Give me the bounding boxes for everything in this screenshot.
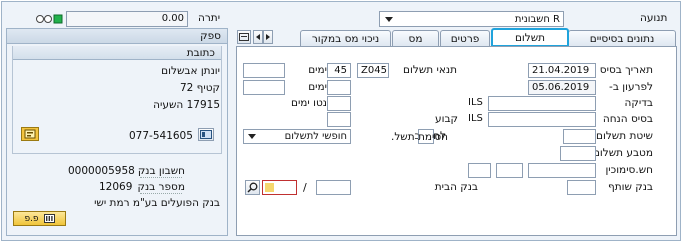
check-label: בדיקה bbox=[624, 97, 653, 109]
house-bank-label: בנק הבית bbox=[434, 181, 478, 193]
net-days-label: נטו ימים bbox=[290, 97, 327, 109]
invoice-ref-item-field[interactable] bbox=[468, 163, 491, 178]
address-header: כתובת bbox=[13, 46, 221, 60]
pay-terms-label: תנאי תשלום bbox=[403, 64, 457, 76]
doc-type-select[interactable]: R חשבונית bbox=[379, 11, 564, 27]
partner-bank-label: בנק שותף bbox=[608, 181, 653, 193]
days-field-2[interactable] bbox=[327, 80, 351, 95]
chevron-left-icon bbox=[256, 34, 260, 40]
pay-method-label: שיטת תשלום bbox=[596, 130, 653, 142]
transaction-label: תנועה bbox=[640, 12, 668, 24]
pay-currency-field[interactable] bbox=[560, 146, 596, 161]
vendor-details-button[interactable]: פ.פ bbox=[13, 211, 66, 226]
due-on-field: 05.06.2019 bbox=[528, 80, 596, 95]
edit-address-button[interactable] bbox=[21, 127, 39, 141]
search-icon bbox=[247, 182, 258, 193]
pay-method-field[interactable] bbox=[563, 129, 596, 144]
cursor-marker bbox=[265, 183, 274, 192]
vendor-name: יונתן אבשלום bbox=[161, 65, 220, 77]
pay-block-select[interactable]: חופשי לתשלום bbox=[243, 129, 351, 144]
slash-separator: / bbox=[303, 181, 307, 194]
account-id-field[interactable] bbox=[316, 180, 351, 195]
vendor-details-label: פ.פ bbox=[24, 213, 39, 224]
bank-number-value: 12069 bbox=[99, 181, 133, 193]
tab-details[interactable]: פרטים bbox=[440, 30, 490, 47]
days-label-2: ימים bbox=[308, 81, 327, 93]
check-currency: ILS bbox=[468, 97, 483, 108]
vendor-header: ספק bbox=[7, 29, 227, 44]
baseline-date-field[interactable]: 21.04.2019 bbox=[528, 63, 596, 78]
tab-withholding-tax[interactable]: ניכוי מס במקור bbox=[300, 30, 391, 47]
house-bank-field[interactable] bbox=[262, 180, 297, 195]
bank-number-label: מספר בנק bbox=[137, 181, 186, 193]
divider bbox=[140, 193, 182, 194]
list-icon bbox=[43, 214, 55, 223]
bank-name: בנק הפועלים בע"מ רמת ישי bbox=[94, 197, 220, 209]
chevron-down-icon bbox=[385, 17, 393, 22]
pay-terms-field[interactable]: Z045 bbox=[357, 63, 389, 78]
pay-block-value: חופשי לתשלום bbox=[284, 131, 347, 142]
pay-currency-label: מטבע תשלום bbox=[592, 147, 653, 159]
tab-scroll-left-button[interactable] bbox=[253, 30, 263, 44]
fixed-label: קבוע bbox=[435, 113, 458, 125]
baseline-date-label: תאריך בסיס bbox=[599, 64, 653, 76]
edit-icon bbox=[24, 129, 36, 139]
tab-payment[interactable]: תשלום bbox=[491, 28, 569, 47]
days-label-1: ימים bbox=[308, 64, 327, 76]
tab-list-icon bbox=[239, 33, 249, 41]
net-days-field[interactable] bbox=[327, 96, 351, 111]
balance-label: יתרה bbox=[198, 12, 221, 24]
tab-scroll-right-button[interactable] bbox=[263, 30, 273, 44]
tab-list-button[interactable] bbox=[237, 30, 251, 44]
doc-type-value: R חשבונית bbox=[514, 13, 560, 25]
phone-icon bbox=[200, 130, 212, 139]
balance-field: 0.00 bbox=[66, 11, 188, 27]
tab-basic-data[interactable]: נתונים בסיסיים bbox=[568, 30, 676, 47]
discount-base-field[interactable] bbox=[488, 112, 596, 127]
chevron-down-icon bbox=[248, 134, 256, 139]
vendor-phone: 077-541605 bbox=[129, 130, 193, 142]
status-light-icon bbox=[35, 14, 65, 24]
partner-bank-field[interactable] bbox=[567, 180, 596, 195]
percent-field-2[interactable] bbox=[243, 80, 285, 95]
check-field[interactable] bbox=[488, 96, 596, 111]
invoice-ref-year-field[interactable] bbox=[496, 163, 523, 178]
discount-base-label: בסיס הנחה bbox=[602, 113, 653, 125]
vendor-street: קטיף 72 bbox=[179, 82, 220, 94]
vendor-city: 17915 השעיה bbox=[153, 99, 220, 111]
fixed-field[interactable] bbox=[327, 112, 351, 127]
discount-currency: ILS bbox=[468, 113, 483, 124]
phone-icon-button[interactable] bbox=[198, 128, 214, 141]
tab-nav bbox=[237, 30, 273, 45]
due-on-label: לפרעון ב- bbox=[609, 81, 653, 93]
bank-account-value: 0000005958 bbox=[68, 165, 135, 177]
divider bbox=[140, 177, 182, 178]
search-help-button[interactable] bbox=[245, 180, 260, 195]
pay-block-label-text: חסימת תשל. bbox=[391, 131, 449, 143]
bank-account-label: חשבון בנק bbox=[137, 165, 185, 177]
days-field-1[interactable]: 45 bbox=[327, 63, 351, 78]
tab-tax[interactable]: מס bbox=[392, 30, 439, 47]
chevron-right-icon bbox=[266, 34, 270, 40]
invoice-ref-label: חש.סימוכין bbox=[605, 164, 653, 176]
tab-payment-label: תשלום bbox=[514, 31, 546, 44]
percent-field-1[interactable] bbox=[243, 63, 285, 78]
invoice-ref-field[interactable] bbox=[528, 163, 596, 178]
